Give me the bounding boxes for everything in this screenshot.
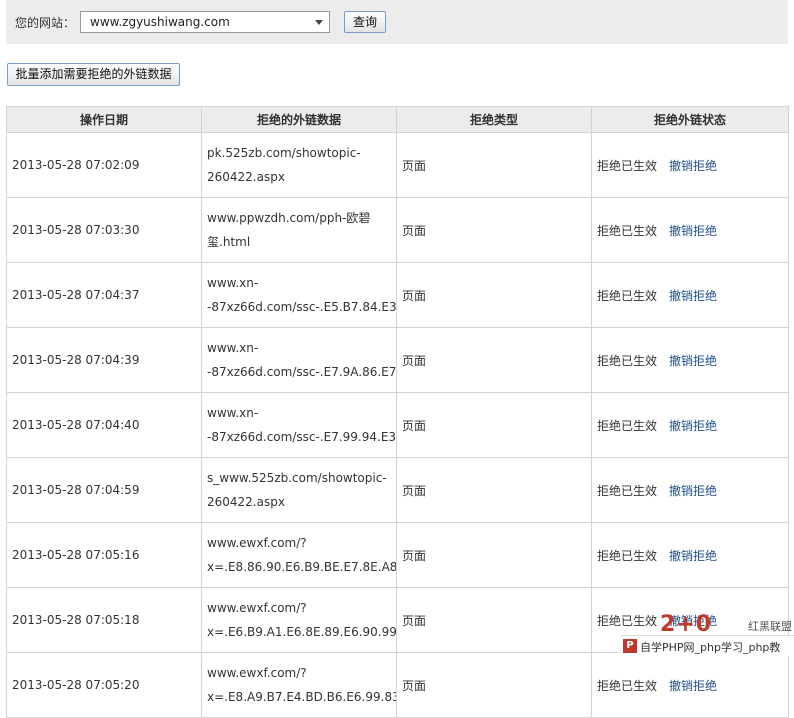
link-line-1: www.xn- [207, 341, 259, 355]
status-text: 拒绝已生效 [597, 158, 658, 173]
site-select[interactable]: www.zgyushiwang.com [80, 11, 330, 33]
type-cell: 页面 [396, 132, 592, 198]
status-text: 拒绝已生效 [597, 678, 658, 693]
date-cell: 2013-05-28 07:03:30 [6, 197, 202, 263]
status-cell: 拒绝已生效 撤销拒绝 [591, 522, 789, 588]
link-line-1: www.ppwzdh.com/pph-欧碧 [207, 211, 371, 225]
link-line-1: www.xn- [207, 276, 259, 290]
date-cell: 2013-05-28 07:02:09 [6, 132, 202, 198]
link-cell: www.ewxf.com/? x=.E6.B9.A1.E6.8E.89.E6.90… [201, 587, 397, 653]
query-button[interactable]: 查询 [344, 11, 386, 33]
link-cell: pk.525zb.com/showtopic- 260422.aspx [201, 132, 397, 198]
date-cell: 2013-05-28 07:04:37 [6, 262, 202, 328]
type-cell: 页面 [396, 197, 592, 263]
date-cell: 2013-05-28 07:04:40 [6, 392, 202, 458]
link-line-1: www.ewxf.com/? [207, 536, 307, 550]
status-cell: 拒绝已生效 撤销拒绝 [591, 652, 789, 718]
type-cell: 页面 [396, 652, 592, 718]
header-status: 拒绝外链状态 [591, 106, 789, 133]
link-cell: www.ewxf.com/? x=.E8.86.90.E6.B9.BE.E7.8E… [201, 522, 397, 588]
table-row: 2013-05-28 07:05:20 www.ewxf.com/? x=.E8.… [6, 652, 789, 718]
link-line-1: pk.525zb.com/showtopic- [207, 146, 361, 160]
status-cell: 拒绝已生效 撤销拒绝 [591, 262, 789, 328]
type-cell: 页面 [396, 327, 592, 393]
link-cell: www.xn- -87xz66d.com/ssc-.E5.B7.84.E3.B7 [201, 262, 397, 328]
link-line-2: x=.E6.B9.A1.E6.8E.89.E6.90.99.E5 [207, 625, 396, 639]
date-cell: 2013-05-28 07:05:20 [6, 652, 202, 718]
link-line-2: x=.E8.86.90.E6.B9.BE.E7.8E.A8.E5 [207, 560, 396, 574]
link-line-2: 玺.html [207, 235, 251, 249]
site-select-value: www.zgyushiwang.com [90, 15, 230, 29]
site-toolbar: 您的网站： www.zgyushiwang.com 查询 [6, 0, 788, 44]
link-cell: www.xn- -87xz66d.com/ssc-.E7.9A.86.E7.82 [201, 327, 397, 393]
type-cell: 页面 [396, 457, 592, 523]
header-date: 操作日期 [6, 106, 202, 133]
revoke-link[interactable]: 撤销拒绝 [669, 224, 717, 238]
revoke-link[interactable]: 撤销拒绝 [669, 354, 717, 368]
revoke-link[interactable]: 撤销拒绝 [669, 419, 717, 433]
type-cell: 页面 [396, 262, 592, 328]
table-row: 2013-05-28 07:04:37 www.xn- -87xz66d.com/… [6, 262, 789, 328]
type-cell: 页面 [396, 392, 592, 458]
watermark-logo: 2+0 [660, 612, 713, 637]
status-cell: 拒绝已生效 撤销拒绝 [591, 392, 789, 458]
status-text: 拒绝已生效 [597, 483, 658, 498]
link-line-1: s_www.525zb.com/showtopic- [207, 471, 387, 485]
status-text: 拒绝已生效 [597, 223, 658, 238]
revoke-link[interactable]: 撤销拒绝 [669, 549, 717, 563]
link-line-1: www.ewxf.com/? [207, 601, 307, 615]
bulk-add-button[interactable]: 批量添加需要拒绝的外链数据 [7, 63, 180, 86]
revoke-link[interactable]: 撤销拒绝 [669, 159, 717, 173]
status-cell: 拒绝已生效 撤销拒绝 [591, 327, 789, 393]
php-logo-icon: P [623, 639, 637, 653]
table-row: 2013-05-28 07:04:39 www.xn- -87xz66d.com/… [6, 327, 789, 393]
link-line-2: 260422.aspx [207, 170, 285, 184]
type-cell: 页面 [396, 522, 592, 588]
link-line-2: x=.E8.A9.B7.E4.BD.B6.E6.99.83.E5 [207, 690, 396, 704]
link-cell: www.ewxf.com/? x=.E8.A9.B7.E4.BD.B6.E6.99… [201, 652, 397, 718]
date-cell: 2013-05-28 07:04:59 [6, 457, 202, 523]
revoke-link[interactable]: 撤销拒绝 [669, 289, 717, 303]
table-row: 2013-05-28 07:04:40 www.xn- -87xz66d.com/… [6, 392, 789, 458]
header-type: 拒绝类型 [396, 106, 592, 133]
status-cell: 拒绝已生效 撤销拒绝 [591, 132, 789, 198]
table-row: 2013-05-28 07:02:09 pk.525zb.com/showtop… [6, 132, 789, 198]
link-line-2: -87xz66d.com/ssc-.E5.B7.84.E3.B7 [207, 300, 396, 314]
date-cell: 2013-05-28 07:04:39 [6, 327, 202, 393]
header-link: 拒绝的外链数据 [201, 106, 397, 133]
status-text: 拒绝已生效 [597, 353, 658, 368]
link-cell: www.ppwzdh.com/pph-欧碧 玺.html [201, 197, 397, 263]
type-cell: 页面 [396, 587, 592, 653]
link-line-2: 260422.aspx [207, 495, 285, 509]
chevron-down-icon[interactable] [315, 20, 323, 25]
table-header-row: 操作日期 拒绝的外链数据 拒绝类型 拒绝外链状态 [6, 106, 789, 133]
link-line-2: -87xz66d.com/ssc-.E7.99.94.E3.B7 [207, 430, 396, 444]
status-cell: 拒绝已生效 撤销拒绝 [591, 457, 789, 523]
link-line-2: -87xz66d.com/ssc-.E7.9A.86.E7.82 [207, 365, 396, 379]
table-row: 2013-05-28 07:05:16 www.ewxf.com/? x=.E8.… [6, 522, 789, 588]
revoke-link[interactable]: 撤销拒绝 [669, 484, 717, 498]
watermark-bar: P 自学PHP网_php学习_php教 [620, 635, 794, 656]
status-text: 拒绝已生效 [597, 418, 658, 433]
date-cell: 2013-05-28 07:05:18 [6, 587, 202, 653]
table-row: 2013-05-28 07:03:30 www.ppwzdh.com/pph-欧… [6, 197, 789, 263]
status-cell: 拒绝已生效 撤销拒绝 [591, 197, 789, 263]
site-watermark: 2+0 红黑联盟 P 自学PHP网_php学习_php教 [620, 612, 794, 657]
revoke-link[interactable]: 撤销拒绝 [669, 679, 717, 693]
link-cell: www.xn- -87xz66d.com/ssc-.E7.99.94.E3.B7 [201, 392, 397, 458]
status-text: 拒绝已生效 [597, 548, 658, 563]
status-text: 拒绝已生效 [597, 288, 658, 303]
watermark-text: 自学PHP网_php学习_php教 [640, 641, 781, 654]
site-label: 您的网站： [15, 16, 76, 30]
date-cell: 2013-05-28 07:05:16 [6, 522, 202, 588]
link-cell: s_www.525zb.com/showtopic- 260422.aspx [201, 457, 397, 523]
table-row: 2013-05-28 07:04:59 s_www.525zb.com/show… [6, 457, 789, 523]
watermark-subtitle: 红黑联盟 [748, 620, 792, 633]
link-line-1: www.ewxf.com/? [207, 666, 307, 680]
link-line-1: www.xn- [207, 406, 259, 420]
